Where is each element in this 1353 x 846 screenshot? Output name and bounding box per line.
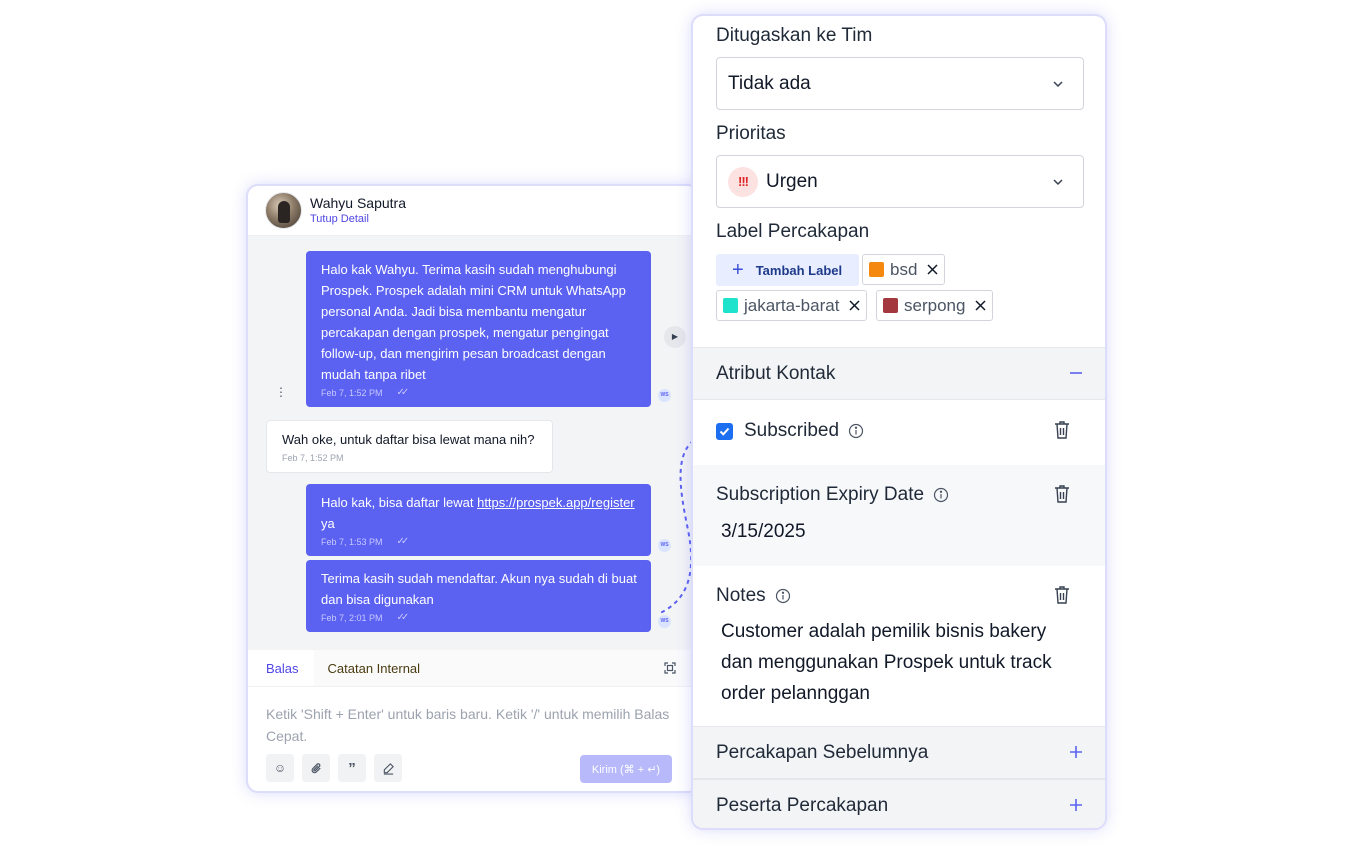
info-icon[interactable] (933, 487, 949, 503)
message-text: Terima kasih sudah mendaftar. Akun nya s… (321, 571, 637, 607)
message-time: Feb 7, 1:53 PM (321, 537, 383, 547)
team-label: Ditugaskan ke Tim (716, 25, 873, 46)
message-meta: Feb 7, 1:52 PM ✓✓ (321, 387, 637, 399)
signature-icon[interactable] (374, 754, 402, 782)
chevron-down-icon (1053, 81, 1063, 88)
attribute-title: Subscription Expiry Date (716, 483, 949, 507)
priority-select[interactable]: !!! Urgen (716, 155, 1084, 208)
close-icon[interactable] (849, 300, 860, 311)
priority-value: Urgen (766, 170, 818, 192)
trash-icon[interactable] (1053, 420, 1071, 440)
paperclip-icon[interactable] (302, 754, 330, 782)
label-chip-serpong: serpong (876, 290, 994, 321)
chat-window: Wahyu Saputra Tutup Detail ⋮ ▶ Halo kak … (248, 186, 698, 791)
smile-icon[interactable]: ☺ (266, 754, 294, 782)
attribute-title: Notes (716, 584, 791, 608)
labels-title: Label Percakapan (716, 221, 870, 242)
message-outgoing: Halo kak Wahyu. Terima kasih sudah mengh… (306, 251, 651, 407)
avatar[interactable] (265, 192, 302, 229)
plus-icon[interactable] (1067, 796, 1085, 814)
message-text: Halo kak Wahyu. Terima kasih sudah mengh… (321, 262, 626, 382)
attribute-row: Notes Customer adalah pemilik bisnis bak… (693, 566, 1105, 727)
message-meta: Feb 7, 2:01 PM ✓✓ (321, 612, 637, 624)
label-name: serpong (904, 295, 966, 315)
message-time: Feb 7, 1:52 PM (321, 388, 383, 398)
participants-title: Peserta Percakapan (716, 794, 889, 816)
contact-name: Wahyu Saputra (310, 195, 406, 211)
message-time: Feb 7, 1:52 PM (282, 453, 344, 463)
label-chip-bsd: bsd (862, 254, 946, 285)
message-text: Wah oke, untuk daftar bisa lewat mana ni… (282, 432, 535, 447)
info-icon[interactable] (775, 588, 791, 604)
tab-internal-note[interactable]: Catatan Internal (314, 650, 436, 686)
attribute-name: Notes (716, 585, 766, 606)
attribute-title: Subscribed (716, 419, 864, 443)
message-input[interactable]: Ketik 'Shift + Enter' untuk baris baru. … (266, 703, 676, 747)
add-label-text: Tambah Label (755, 262, 843, 278)
participants-header[interactable]: Peserta Percakapan (693, 779, 1105, 828)
close-icon[interactable] (975, 300, 986, 311)
send-button[interactable]: Kirim (⌘ + ↵) (580, 755, 672, 783)
read-ticks-icon: ✓✓ (396, 387, 410, 398)
message-menu-icon[interactable]: ⋮ (275, 386, 287, 398)
priority-label: Prioritas (716, 123, 786, 144)
label-chip-jakarta-barat: jakarta-barat (716, 290, 868, 321)
plus-icon: + (732, 258, 744, 281)
message-outgoing: Halo kak, bisa daftar lewat https://pros… (306, 484, 651, 556)
message-incoming: Wah oke, untuk daftar bisa lewat mana ni… (266, 420, 553, 473)
message-meta: Feb 7, 1:53 PM ✓✓ (321, 536, 637, 548)
previous-conversations-header[interactable]: Percakapan Sebelumnya (693, 726, 1105, 779)
trash-icon[interactable] (1053, 484, 1071, 504)
urgent-icon: !!! (728, 166, 758, 197)
team-select[interactable]: Tidak ada (716, 57, 1084, 110)
message-list: ⋮ ▶ Halo kak Wahyu. Terima kasih sudah m… (248, 236, 698, 650)
label-name: bsd (890, 259, 918, 279)
info-icon[interactable] (848, 423, 864, 439)
attribute-row: Subscribed (693, 401, 1105, 465)
attribute-row: Subscription Expiry Date 3/15/2025 (693, 465, 1105, 566)
expand-icon[interactable] (664, 662, 676, 674)
close-icon[interactable] (927, 264, 938, 275)
tab-reply[interactable]: Balas (248, 650, 314, 686)
close-detail-link[interactable]: Tutup Detail (310, 212, 406, 226)
team-value: Tidak ada (728, 72, 811, 94)
register-link[interactable]: https://prospek.app/register (477, 495, 635, 510)
read-ticks-icon: ✓✓ (396, 536, 410, 547)
message-text-part: ya (321, 516, 335, 531)
plus-icon[interactable] (1067, 743, 1085, 761)
trash-icon[interactable] (1053, 585, 1071, 605)
attributes-title: Atribut Kontak (716, 362, 836, 384)
attribute-name: Subscribed (744, 420, 840, 441)
sender-badge: WS (658, 389, 671, 402)
add-label-button[interactable]: + Tambah Label (716, 254, 859, 286)
stage: Wahyu Saputra Tutup Detail ⋮ ▶ Halo kak … (0, 0, 1353, 846)
chevron-down-icon (1053, 179, 1063, 186)
message-outgoing: Terima kasih sudah mendaftar. Akun nya s… (306, 560, 651, 632)
previous-conversations-title: Percakapan Sebelumnya (716, 741, 929, 763)
reply-tabs: Balas Catatan Internal (248, 650, 698, 687)
message-time: Feb 7, 2:01 PM (321, 613, 383, 623)
play-icon[interactable]: ▶ (664, 326, 686, 348)
contact-info: Wahyu Saputra Tutup Detail (310, 195, 406, 226)
label-color-swatch (883, 298, 898, 313)
message-text: Halo kak, bisa daftar lewat https://pros… (321, 492, 637, 534)
attributes-section-header[interactable]: Atribut Kontak (693, 347, 1105, 400)
message-meta: Feb 7, 1:52 PM (282, 452, 538, 464)
contact-detail-panel: Ditugaskan ke Tim Tidak ada Prioritas !!… (693, 16, 1105, 828)
chat-header: Wahyu Saputra Tutup Detail (248, 186, 698, 236)
message-text-part: Halo kak, bisa daftar lewat (321, 495, 474, 510)
label-color-swatch (869, 262, 884, 277)
attribute-value[interactable]: Customer adalah pemilik bisnis bakery da… (721, 616, 1081, 709)
minus-icon[interactable] (1067, 364, 1085, 382)
label-color-swatch (723, 298, 738, 313)
label-name: jakarta-barat (744, 295, 840, 315)
attribute-value[interactable]: 3/15/2025 (721, 516, 1081, 547)
subscribed-checkbox[interactable] (716, 422, 733, 440)
attribute-name: Subscription Expiry Date (716, 484, 925, 505)
quote-icon[interactable]: ” (338, 754, 366, 782)
read-ticks-icon: ✓✓ (396, 612, 410, 623)
composer-tools: ☺ ” (266, 754, 402, 782)
